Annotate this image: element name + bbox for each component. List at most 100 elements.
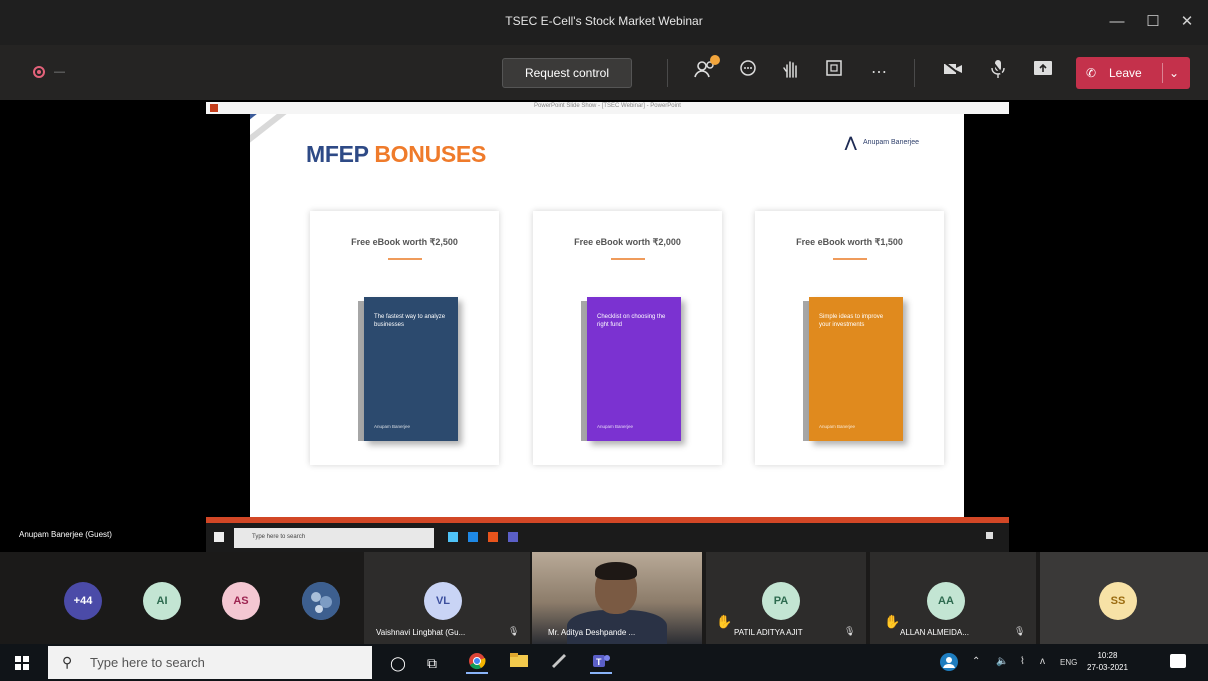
leave-label: Leave <box>1109 66 1142 80</box>
chrome-icon[interactable] <box>466 652 488 674</box>
slide-title: MFEP BONUSES <box>306 141 486 168</box>
participant-avatar: AA <box>927 582 965 620</box>
app-icon <box>448 532 458 542</box>
chevron-down-icon[interactable]: ⌄ <box>1169 57 1179 89</box>
camera-icon[interactable] <box>940 59 966 87</box>
ebook-title: Checklist on choosing the right fund <box>597 314 666 328</box>
participant-avatar: PA <box>762 582 800 620</box>
share-tray-icon[interactable] <box>821 59 847 87</box>
ebook-author: Anupam Banerjee <box>374 424 411 429</box>
cortana-icon[interactable]: ◯ <box>387 652 409 674</box>
presentation-slide: MFEP BONUSES ⋀ Anupam Banerjee Free eBoo… <box>250 114 964 517</box>
logo-mark-icon: ⋀ <box>845 134 857 150</box>
shared-search-box: Type here to search <box>234 528 434 548</box>
participant-tile[interactable]: ✋ PA PATIL ADITYA AJIT 🎙 <box>706 552 866 644</box>
title-bar: TSEC E-Cell's Stock Market Webinar — ☐ ✕ <box>0 0 1208 45</box>
slide-title-part2: BONUSES <box>374 141 487 167</box>
recording-icon <box>33 66 45 78</box>
video-person <box>595 562 637 580</box>
participant-tile[interactable]: SS <box>1040 552 1208 644</box>
toolbar-divider <box>667 59 668 87</box>
presenter-label: Anupam Banerjee (Guest) <box>19 530 112 539</box>
participants-strip: +44 AI AS VL Vaishnavi Lingbhat (Gu... 🎙… <box>0 552 1208 650</box>
mic-off-icon: 🎙 <box>508 626 520 636</box>
ebook-author: Anupam Banerjee <box>819 424 856 429</box>
taskbar-search-box[interactable]: ⚲ Type here to search <box>48 646 372 679</box>
app-icon <box>488 532 498 542</box>
ebook-author: Anupam Banerjee <box>597 424 634 429</box>
maximize-button[interactable]: ☐ <box>1138 8 1168 36</box>
participant-tile[interactable]: ✋ AA ALLAN ALMEIDA... 🎙 <box>870 552 1036 644</box>
share-screen-icon[interactable] <box>1030 59 1056 87</box>
meeting-toolbar: — Request control ⋯ ✆ Leave ⌄ <box>0 45 1208 100</box>
network-icon[interactable]: ⌇ <box>1020 656 1025 667</box>
windows-taskbar: ⚲ Type here to search ◯ ⧉ T ⌃ 🔈 ⌇ ʌ ENG … <box>0 644 1208 681</box>
taskbar-clock[interactable]: 10:28 27-03-2021 <box>1087 650 1128 674</box>
caption-underline <box>388 258 422 260</box>
chevron-up-icon[interactable]: ⌃ <box>972 656 980 667</box>
app-icon <box>508 532 518 542</box>
participant-avatar[interactable]: AI <box>143 582 181 620</box>
ebook-cover: Checklist on choosing the right fund Anu… <box>581 297 681 441</box>
bonus-caption: Free eBook worth ₹2,500 <box>351 237 458 247</box>
microphone-icon[interactable] <box>985 59 1011 87</box>
ebook-cover: The fastest way to analyze businesses An… <box>358 297 458 441</box>
input-icon[interactable]: ʌ <box>1040 656 1045 667</box>
app-icon <box>468 532 478 542</box>
more-participants-avatar[interactable]: +44 <box>64 582 102 620</box>
phone-hangup-icon: ✆ <box>1086 66 1097 80</box>
leave-button[interactable]: ✆ Leave ⌄ <box>1076 57 1190 89</box>
window-title: TSEC E-Cell's Stock Market Webinar <box>505 14 703 28</box>
app-icon[interactable] <box>548 652 570 674</box>
minimize-button[interactable]: — <box>1102 8 1132 36</box>
task-view-icon[interactable]: ⧉ <box>421 652 443 674</box>
slide-title-part1: MFEP <box>306 141 369 167</box>
bonus-card: Free eBook worth ₹2,500 The fastest way … <box>310 211 499 465</box>
people-icon[interactable] <box>938 652 960 674</box>
leave-divider <box>1162 63 1163 83</box>
teams-icon[interactable]: T <box>590 652 612 674</box>
bonus-caption: Free eBook worth ₹1,500 <box>796 237 903 247</box>
caption-underline <box>833 258 867 260</box>
participant-avatar[interactable]: AS <box>222 582 260 620</box>
raised-hand-icon: ✋ <box>716 614 733 629</box>
windows-start-icon[interactable] <box>15 656 29 670</box>
participant-tile[interactable]: VL Vaishnavi Lingbhat (Gu... 🎙 <box>364 552 530 644</box>
shared-window-title: PowerPoint Slide Show - [TSEC Webinar] -… <box>534 103 681 109</box>
svg-text:T: T <box>596 657 602 667</box>
request-control-button[interactable]: Request control <box>502 58 632 88</box>
ebook-title: The fastest way to analyze businesses <box>374 314 446 328</box>
chat-icon[interactable] <box>735 59 761 87</box>
meeting-stage: PowerPoint Slide Show - [TSEC Webinar] -… <box>0 100 1208 552</box>
participant-name: PATIL ADITYA AJIT <box>734 628 803 637</box>
participants-badge <box>710 55 720 65</box>
participant-name: Vaishnavi Lingbhat (Gu... <box>376 628 466 637</box>
participant-video-tile[interactable]: Mr. Aditya Deshpande ... <box>532 552 702 650</box>
clock-time: 10:28 <box>1097 651 1118 660</box>
raise-hand-icon[interactable] <box>778 59 804 87</box>
logo-text: Anupam Banerjee <box>863 139 920 146</box>
language-indicator[interactable]: ENG <box>1060 658 1077 667</box>
speaker-icon[interactable]: 🔈 <box>996 656 1008 667</box>
more-options-icon[interactable]: ⋯ <box>866 59 892 87</box>
participant-avatar: SS <box>1099 582 1137 620</box>
search-icon: ⚲ <box>62 654 73 670</box>
meeting-timer: — <box>54 66 65 78</box>
toolbar-divider <box>914 59 915 87</box>
bonus-caption: Free eBook worth ₹2,000 <box>574 237 681 247</box>
file-explorer-icon[interactable] <box>508 652 530 674</box>
close-button[interactable]: ✕ <box>1172 8 1202 36</box>
participant-avatar: VL <box>424 582 462 620</box>
mic-off-icon: 🎙 <box>1014 626 1026 636</box>
raised-hand-icon: ✋ <box>884 614 901 629</box>
caption-underline <box>611 258 645 260</box>
mic-off-icon: 🎙 <box>844 626 856 636</box>
bonus-card: Free eBook worth ₹1,500 Simple ideas to … <box>755 211 944 465</box>
shared-screen-taskbar: Type here to search <box>206 517 1009 552</box>
notification-icon <box>986 532 993 539</box>
ebook-title: Simple ideas to improve your investments <box>819 314 884 328</box>
shared-window-titlebar: PowerPoint Slide Show - [TSEC Webinar] -… <box>206 102 1009 114</box>
participant-photo-avatar[interactable] <box>302 582 340 620</box>
notification-center-icon[interactable] <box>1170 654 1186 668</box>
participant-name: Mr. Aditya Deshpande ... <box>548 628 636 637</box>
